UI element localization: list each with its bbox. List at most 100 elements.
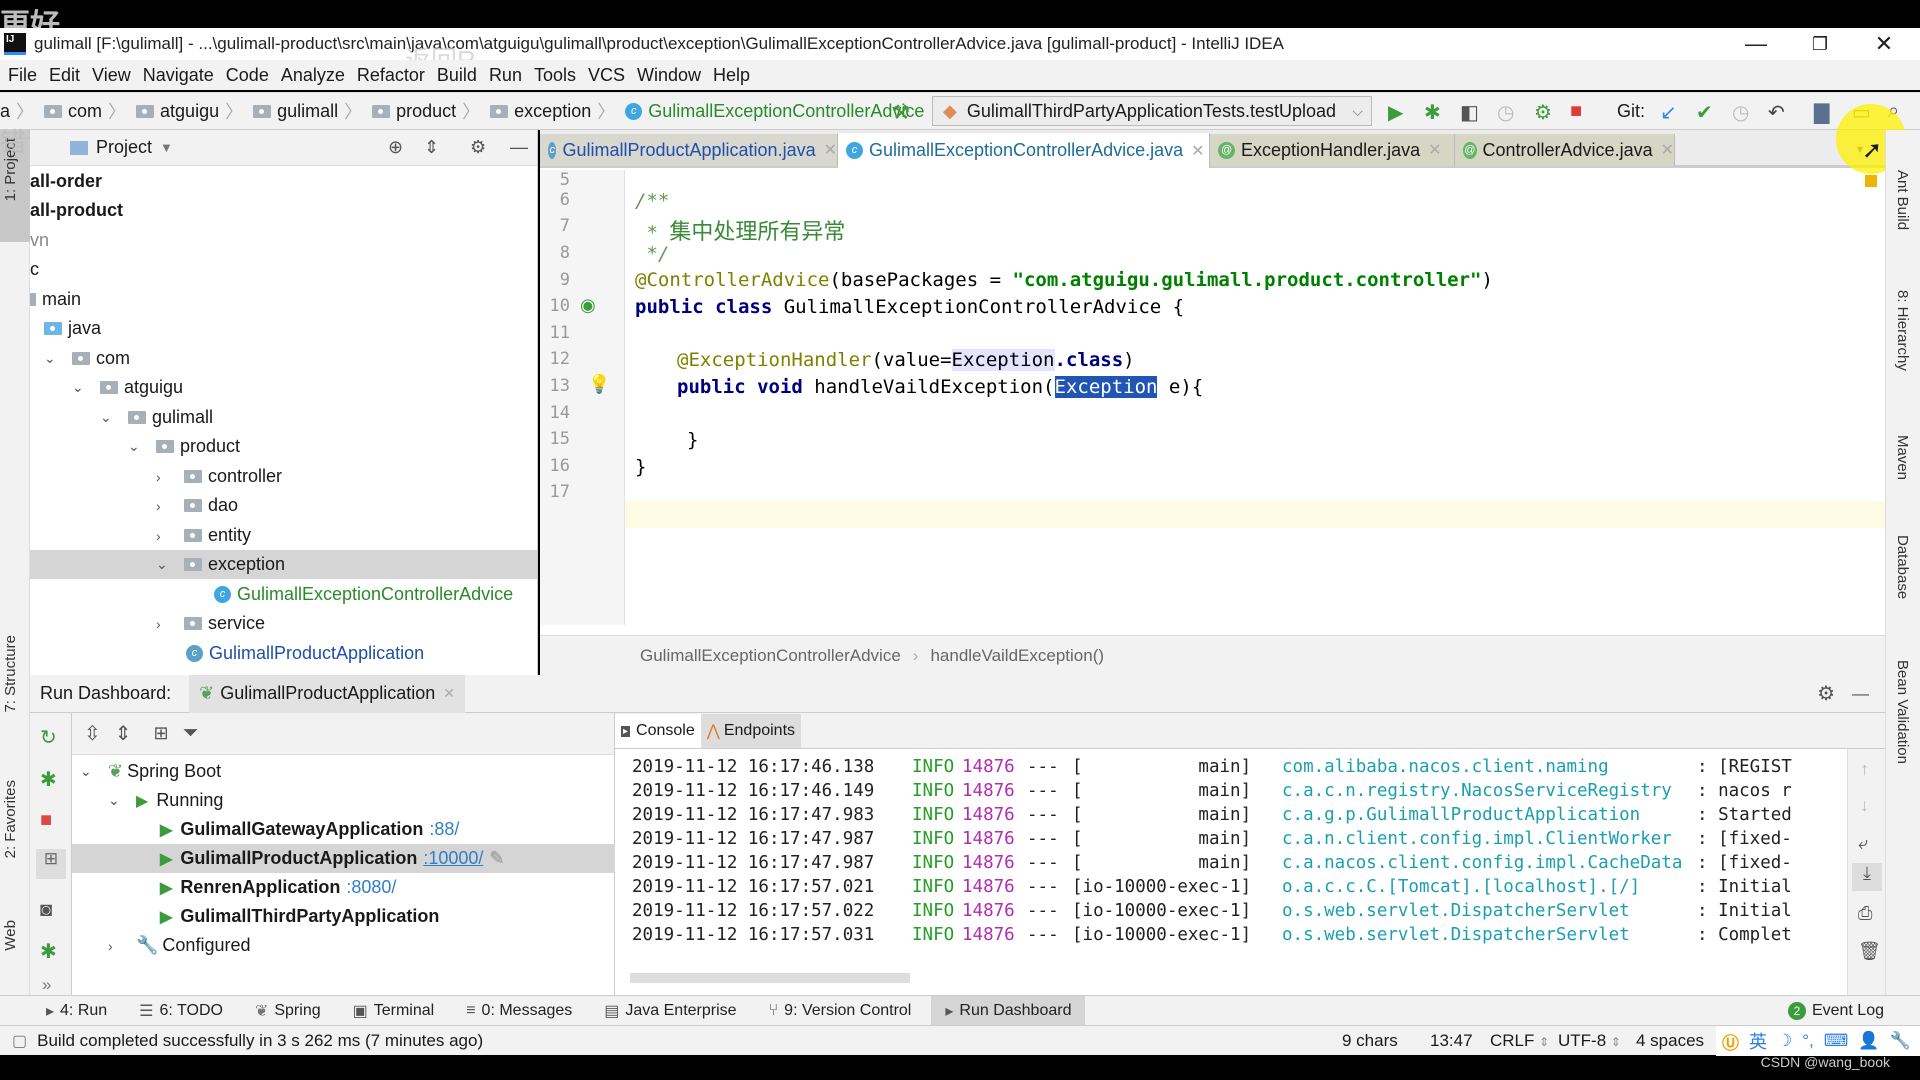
profile-icon[interactable]: ◷ <box>1497 100 1514 125</box>
menu-help[interactable]: Help <box>713 65 750 86</box>
spring-bean-gutter-icon[interactable]: ◉ <box>580 295 596 316</box>
close-tab-icon[interactable]: ✕ <box>824 140 837 160</box>
ime-keyboard-icon[interactable]: ⌨ <box>1824 1031 1849 1051</box>
menu-view[interactable]: View <box>92 65 131 86</box>
tree-item[interactable]: ⌄ com <box>44 344 130 373</box>
hide-icon[interactable]: — <box>510 137 528 158</box>
log-logger[interactable]: c.a.g.p.GulimallProductApplication <box>1282 805 1640 825</box>
menu-edit[interactable]: Edit <box>49 65 80 86</box>
code-line-6[interactable]: /** <box>635 190 669 212</box>
debug-attach-icon[interactable]: ✱ <box>40 939 57 964</box>
warning-status-marker[interactable] <box>1865 175 1877 187</box>
tab-gulimall-product-application[interactable]: c GulimallProductApplication.java ✕ <box>540 134 838 166</box>
tool-terminal[interactable]: ▣ Terminal <box>347 996 441 1026</box>
app-item-selected[interactable]: ▶ GulimallProductApplication:10000/ ✎ <box>160 844 504 873</box>
run-icon[interactable]: ▶ <box>1388 100 1403 125</box>
code-line-9[interactable]: @ControllerAdvice(basePackages = "com.at… <box>635 269 1493 291</box>
git-update-icon[interactable]: ↙ <box>1660 100 1677 125</box>
soft-wrap-icon[interactable]: ⤶ <box>1858 833 1868 854</box>
more-icon[interactable]: » <box>42 975 51 995</box>
gear-icon[interactable]: ⚙ <box>470 137 486 158</box>
log-logger[interactable]: c.a.n.client.config.impl.ClientWorker <box>1282 829 1672 849</box>
app-item[interactable]: ▶ RenrenApplication:8080/ <box>160 873 396 902</box>
tree-item[interactable]: ⌄ product <box>128 432 240 461</box>
caret-position[interactable]: 13:47 <box>1430 1031 1473 1051</box>
app-port-link[interactable]: :8080/ <box>346 877 396 898</box>
tree-item-configured[interactable]: › 🔧 Configured <box>108 931 250 960</box>
breadcrumb-exception[interactable]: exception 〉 <box>490 98 621 124</box>
code-line-7[interactable]: * 集中处理所有异常 <box>635 214 845 246</box>
hide-icon[interactable]: — <box>1852 684 1869 704</box>
tool-spring[interactable]: ❦ Spring <box>249 996 327 1026</box>
project-structure-icon[interactable]: ▇ <box>1814 100 1829 125</box>
tree-item[interactable]: all-product <box>30 196 123 225</box>
code-line-10[interactable]: public class GulimallExceptionController… <box>635 296 1184 318</box>
indent-setting[interactable]: 4 spaces <box>1636 1031 1704 1051</box>
breadcrumb-class[interactable]: GulimallExceptionControllerAdvice <box>640 646 901 666</box>
menu-analyze[interactable]: Analyze <box>281 65 345 86</box>
menu-file[interactable]: File <box>8 65 37 86</box>
scroll-to-end-icon[interactable]: ⤓ <box>1852 863 1882 891</box>
filter-icon[interactable]: ⏷ <box>183 722 199 745</box>
tool-version-control[interactable]: ⑂ 9: Version Control <box>763 996 918 1026</box>
run-configuration-select[interactable]: ◆ GulimallThirdPartyApplicationTests.tes… <box>932 96 1372 126</box>
code-line-12[interactable]: @ExceptionHandler(value=Exception.class) <box>677 349 1135 371</box>
tool-tab-web[interactable]: Web <box>2 920 19 951</box>
rerun-icon[interactable]: ↻ <box>40 725 57 750</box>
tool-tab-maven[interactable]: Maven <box>1894 435 1911 480</box>
tree-item[interactable]: c <box>30 255 39 284</box>
tree-item[interactable]: c GulimallProductApplication <box>186 639 424 668</box>
menu-build[interactable]: Build <box>437 65 477 86</box>
tree-item-running[interactable]: ⌄ ▶ Running <box>108 786 223 815</box>
log-logger[interactable]: c.a.nacos.client.config.impl.CacheData <box>1282 853 1682 873</box>
breadcrumb-gulimall[interactable]: gulimall 〉 <box>253 98 368 124</box>
app-item[interactable]: ▶ GulimallThirdPartyApplication <box>160 902 439 931</box>
stop-icon[interactable]: ■ <box>1570 100 1582 123</box>
clear-icon[interactable]: 🗑 <box>1858 941 1881 962</box>
tool-tab-bean-validation[interactable]: Bean Validation <box>1894 660 1911 764</box>
tree-item-spring-boot[interactable]: ⌄ ❦ Spring Boot <box>80 757 221 786</box>
expand-all-icon[interactable]: ⇳ <box>84 721 101 746</box>
log-logger[interactable]: o.a.c.c.C.[Tomcat].[localhost].[/] <box>1282 877 1640 897</box>
ime-moon-icon[interactable]: ☽ <box>1777 1031 1792 1051</box>
tool-messages[interactable]: ≡ 0: Messages <box>460 996 578 1026</box>
git-rollback-icon[interactable]: ↶ <box>1768 100 1785 125</box>
log-logger[interactable]: o.s.web.servlet.DispatcherServlet <box>1282 925 1630 945</box>
tree-item[interactable]: vn <box>30 226 49 255</box>
breadcrumb-current-class[interactable]: c GulimallExceptionControllerAdvice <box>625 101 924 122</box>
code-line-15[interactable]: } <box>687 429 698 451</box>
group-by-icon[interactable]: ⊞ <box>154 723 169 744</box>
app-port-link[interactable]: :88/ <box>429 819 459 840</box>
tab-console[interactable]: ▸ Console <box>615 714 701 748</box>
ime-settings-icon[interactable]: 🔧 <box>1890 1031 1911 1051</box>
breadcrumb-com[interactable]: com 〉 <box>44 98 132 124</box>
menu-refactor[interactable]: Refactor <box>357 65 425 86</box>
toggle-tool-windows-icon[interactable]: ▢ <box>12 1031 27 1051</box>
edit-icon[interactable]: ✎ <box>489 848 504 869</box>
menu-navigate[interactable]: Navigate <box>143 65 214 86</box>
breadcrumb-method[interactable]: handleVaildException() <box>930 646 1104 666</box>
ime-user-icon[interactable]: 👤 <box>1858 1031 1879 1051</box>
stop-icon[interactable]: ■ <box>40 809 52 832</box>
app-item[interactable]: ▶ GulimallGatewayApplication:88/ <box>160 815 459 844</box>
attach-debugger-icon[interactable]: ⚙ <box>1534 100 1552 125</box>
gear-icon[interactable]: ⚙ <box>1817 681 1835 706</box>
build-hammer-icon[interactable]: ⚒ <box>892 100 910 125</box>
horizontal-scrollbar[interactable] <box>630 973 910 983</box>
debug-icon[interactable]: ✱ <box>40 767 57 792</box>
project-view-selector[interactable]: Project <box>96 137 152 158</box>
tree-item[interactable]: java <box>44 314 101 343</box>
menu-tools[interactable]: Tools <box>534 65 576 86</box>
chevron-down-icon[interactable]: ▼ <box>160 140 173 155</box>
menu-code[interactable]: Code <box>226 65 269 86</box>
git-commit-icon[interactable]: ✔ <box>1696 100 1713 125</box>
menu-vcs[interactable]: VCS <box>588 65 625 86</box>
scroll-up-icon[interactable]: ↑ <box>1860 759 1869 780</box>
run-dashboard-tab[interactable]: ❦ GulimallProductApplication ✕ <box>189 674 466 713</box>
close-tab-icon[interactable]: ✕ <box>1428 140 1441 160</box>
ime-language[interactable]: 英 <box>1749 1028 1767 1054</box>
coverage-icon[interactable]: ◧ <box>1460 100 1479 125</box>
tree-item[interactable]: ⌄ gulimall <box>100 403 213 432</box>
log-logger[interactable]: c.a.c.n.registry.NacosServiceRegistry <box>1282 781 1672 801</box>
tree-item[interactable]: all-order <box>30 167 102 196</box>
